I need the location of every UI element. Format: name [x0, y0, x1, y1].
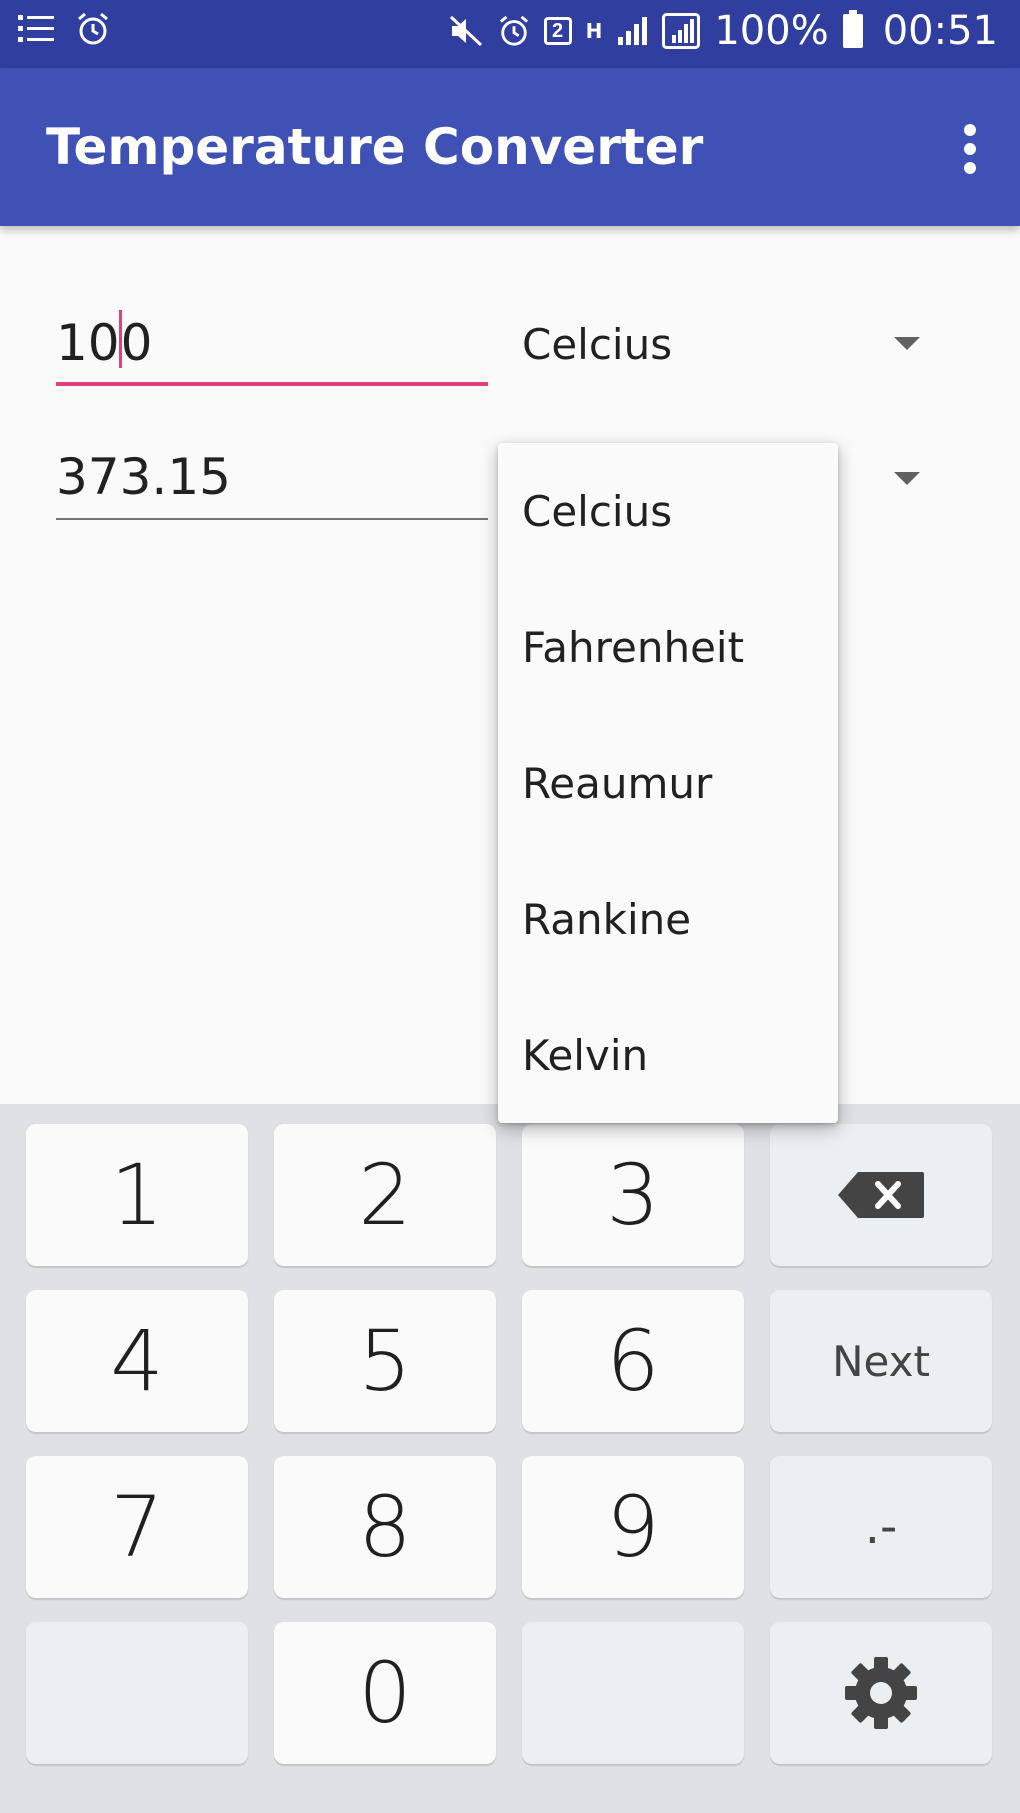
numeric-keyboard: 1 2 3 4 5 6 Next 7 8 9 .- 0	[0, 1104, 1020, 1813]
dropdown-option-kelvin[interactable]: Kelvin	[498, 987, 838, 1123]
sim-label: 2	[552, 19, 564, 42]
key-6[interactable]: 6	[522, 1290, 744, 1432]
symbol-key[interactable]: .-	[770, 1456, 992, 1598]
blank-key	[522, 1622, 744, 1764]
input-underline-focused	[56, 382, 488, 386]
dropdown-option-celcius[interactable]: Celcius	[498, 443, 838, 579]
input-text-before-cursor: 10	[56, 314, 120, 372]
gear-icon	[845, 1657, 917, 1729]
app-title: Temperature Converter	[46, 118, 704, 176]
backspace-key[interactable]	[770, 1124, 992, 1266]
alarm-icon	[78, 12, 108, 45]
key-0[interactable]: 0	[274, 1622, 496, 1764]
app-bar: Temperature Converter	[0, 68, 1020, 226]
key-4[interactable]: 4	[26, 1290, 248, 1432]
dropdown-option-rankine[interactable]: Rankine	[498, 851, 838, 987]
backspace-icon	[838, 1172, 924, 1218]
sim2-icon: 2	[543, 17, 572, 45]
battery-icon	[842, 10, 863, 48]
key-1[interactable]: 1	[26, 1124, 248, 1266]
next-key[interactable]: Next	[770, 1290, 992, 1432]
more-vert-icon[interactable]	[960, 124, 980, 174]
network-h-icon: H	[585, 19, 603, 43]
dropdown-option-fahrenheit[interactable]: Fahrenheit	[498, 579, 838, 715]
input-unit-label: Celcius	[522, 320, 673, 369]
status-bar: 2 H 100% 00:51	[0, 0, 1020, 68]
alarm-icon	[499, 15, 528, 46]
unit-dropdown-menu: Celcius Fahrenheit Reaumur Rankine Kelvi…	[498, 443, 838, 1123]
signal-icon	[662, 13, 701, 49]
notification-list-icon	[18, 15, 54, 42]
clock: 00:51	[882, 8, 998, 54]
signal-icon	[618, 17, 648, 45]
key-3[interactable]: 3	[522, 1124, 744, 1266]
dropdown-arrow-icon[interactable]	[894, 472, 920, 485]
key-5[interactable]: 5	[274, 1290, 496, 1432]
key-8[interactable]: 8	[274, 1456, 496, 1598]
output-underline	[56, 518, 488, 520]
input-value-field[interactable]: 100	[56, 310, 152, 372]
input-text-after-cursor: 0	[120, 314, 153, 372]
battery-percent: 100%	[714, 8, 829, 54]
output-value-field[interactable]: 373.15	[56, 448, 231, 506]
dropdown-arrow-icon	[894, 337, 920, 350]
key-2[interactable]: 2	[274, 1124, 496, 1266]
key-7[interactable]: 7	[26, 1456, 248, 1598]
dropdown-option-reaumur[interactable]: Reaumur	[498, 715, 838, 851]
blank-key	[26, 1622, 248, 1764]
key-9[interactable]: 9	[522, 1456, 744, 1598]
mute-icon	[449, 15, 482, 47]
settings-key[interactable]	[770, 1622, 992, 1764]
